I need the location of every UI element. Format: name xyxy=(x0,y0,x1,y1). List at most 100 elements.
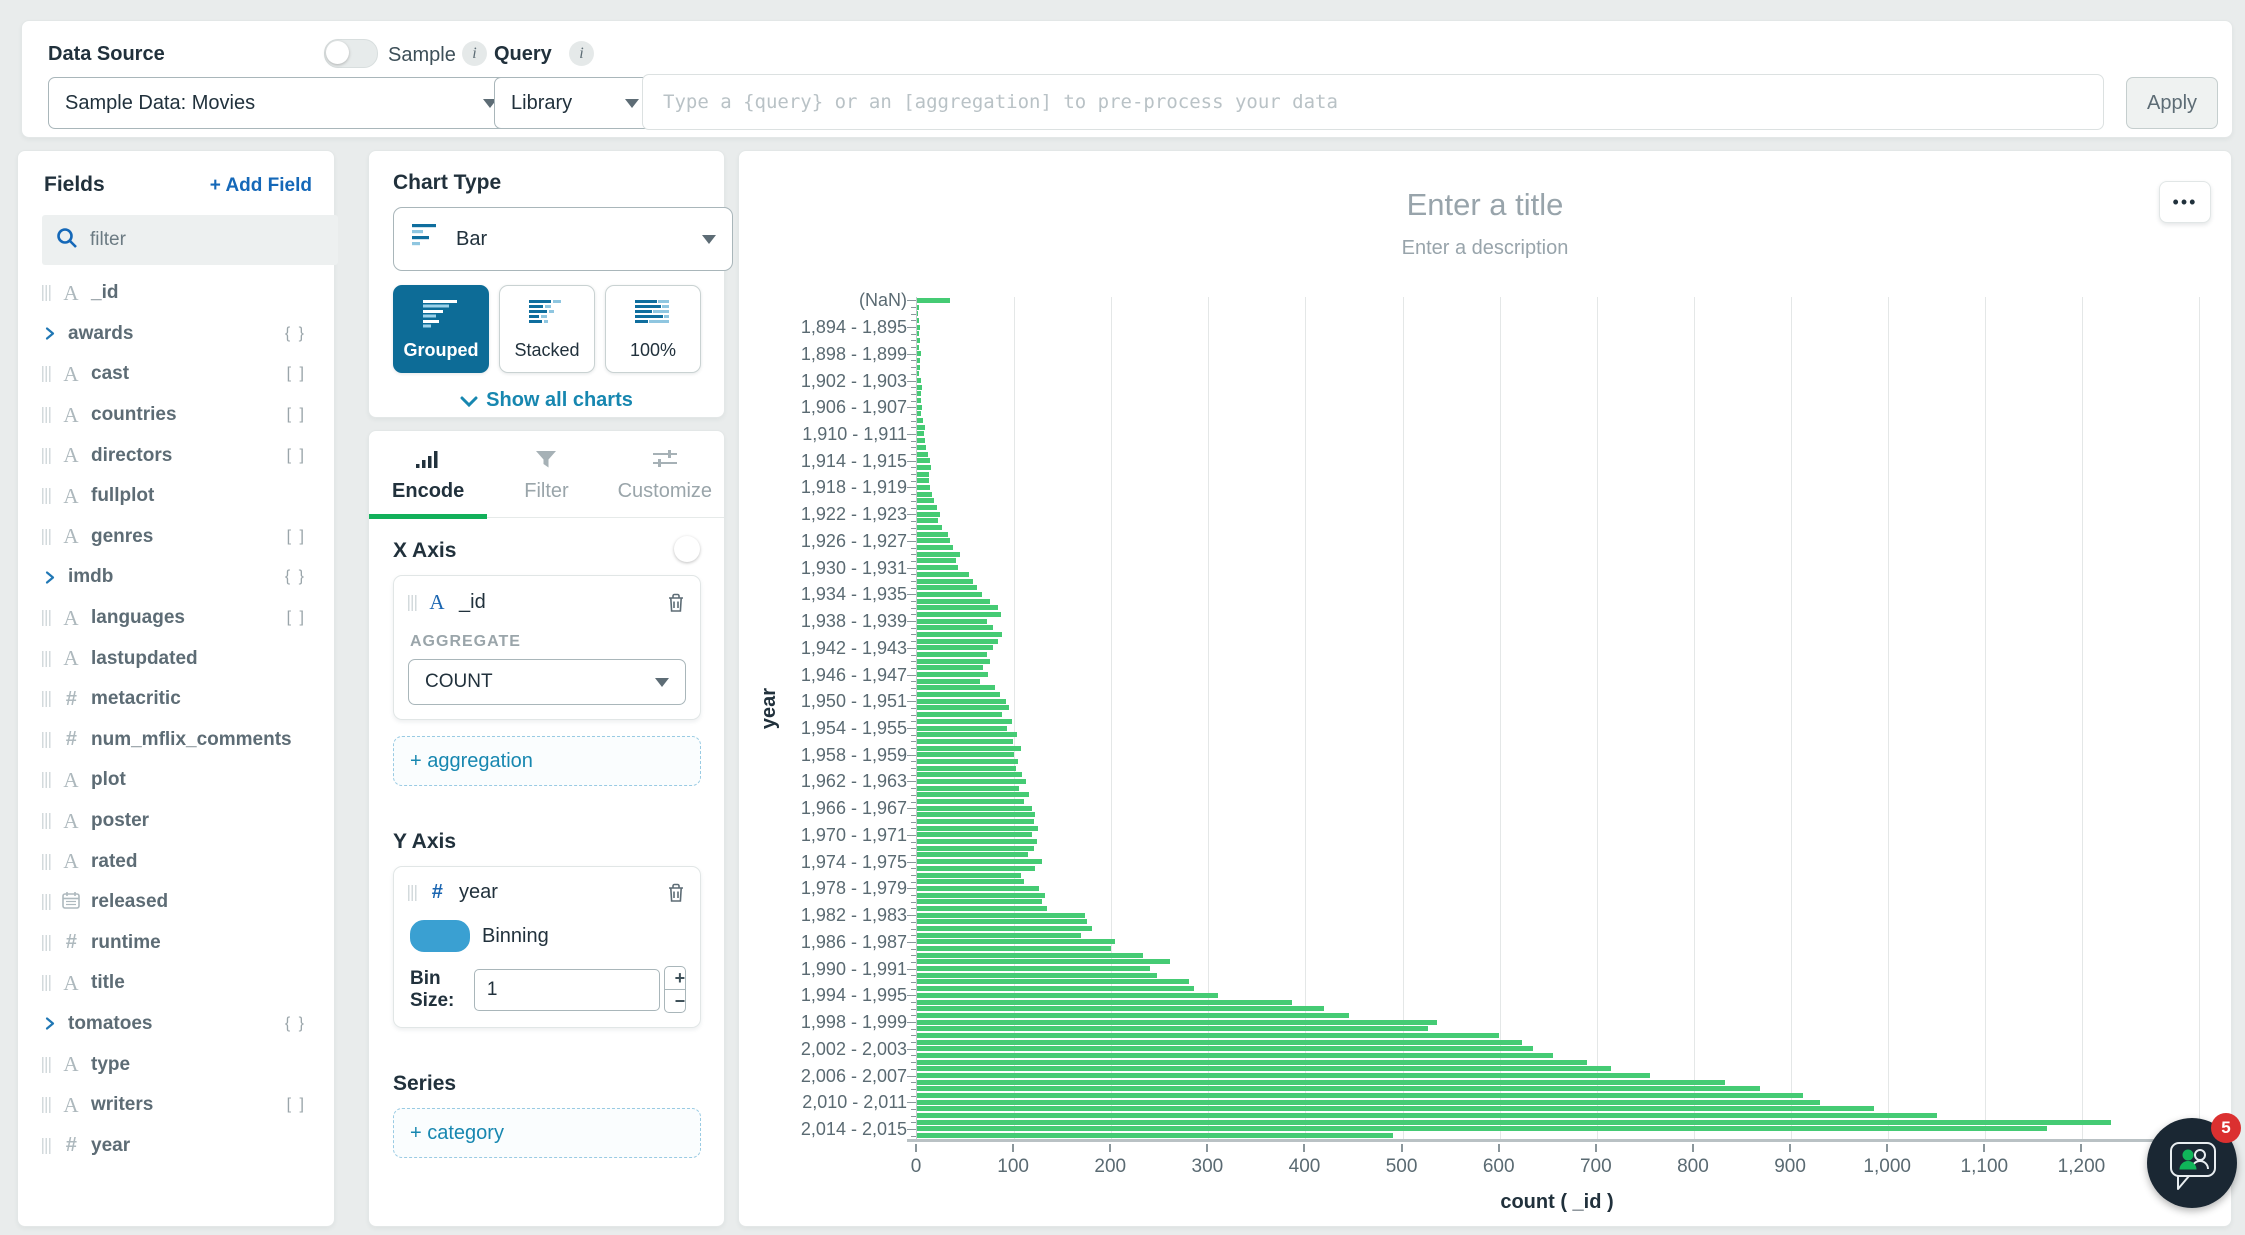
y-tick xyxy=(907,648,916,649)
array-type-icon: [ ] xyxy=(287,365,306,383)
x-axis-field-row[interactable]: A _id xyxy=(408,590,686,615)
field-item-directors[interactable]: Adirectors[ ] xyxy=(32,435,324,476)
gridline xyxy=(1694,297,1695,1139)
binning-toggle[interactable] xyxy=(410,920,470,952)
sample-toggle[interactable] xyxy=(324,39,378,68)
tab-customize[interactable]: Customize xyxy=(606,443,724,503)
apply-button[interactable]: Apply xyxy=(2126,77,2218,129)
y-tick xyxy=(907,701,916,702)
bar-1907 xyxy=(917,411,921,416)
drag-handle xyxy=(42,772,51,788)
bar-1939 xyxy=(917,625,993,630)
query-input[interactable] xyxy=(642,74,2104,130)
stepper-up-button[interactable]: + xyxy=(665,967,686,990)
field-item-_id[interactable]: A_id xyxy=(32,273,324,314)
y-tick xyxy=(907,675,916,676)
field-item-poster[interactable]: Aposter xyxy=(32,801,324,842)
number-type-icon: # xyxy=(425,881,449,904)
encode-bars-icon xyxy=(414,449,442,475)
aggregate-select[interactable]: COUNT xyxy=(408,659,686,705)
field-item-fullplot[interactable]: Afullplot xyxy=(32,476,324,517)
y-tick-label: 1,902 - 1,903 xyxy=(801,371,907,392)
field-name: directors xyxy=(91,445,172,467)
y-tick-label: 1,898 - 1,899 xyxy=(801,344,907,365)
field-item-title[interactable]: Atitle xyxy=(32,963,324,1004)
drag-handle xyxy=(408,885,417,901)
bar-1954 xyxy=(917,726,1007,731)
field-name: tomatoes xyxy=(68,1013,152,1035)
bar-2009 xyxy=(917,1093,1803,1098)
query-label: Query xyxy=(494,43,552,66)
y-axis-field-row[interactable]: # year xyxy=(408,881,686,904)
aggregate-value: COUNT xyxy=(425,671,643,693)
mode-grouped-button[interactable]: Grouped xyxy=(393,285,489,373)
x-tick-label: 600 xyxy=(1483,1156,1515,1178)
field-item-languages[interactable]: Alanguages[ ] xyxy=(32,598,324,639)
chart-title-placeholder[interactable]: Enter a title xyxy=(739,187,2231,223)
drag-handle xyxy=(42,1138,51,1154)
y-tick xyxy=(907,781,916,782)
bar-1891 xyxy=(917,305,919,310)
bar-1928 xyxy=(917,552,960,557)
field-item-rated[interactable]: Arated xyxy=(32,841,324,882)
sample-label: Sample xyxy=(388,44,456,67)
field-item-awards[interactable]: awards{ } xyxy=(32,314,324,355)
field-item-tomatoes[interactable]: tomatoes{ } xyxy=(32,1004,324,1045)
bar-2005 xyxy=(917,1066,1611,1071)
field-item-genres[interactable]: Agenres[ ] xyxy=(32,517,324,558)
number-type-icon: # xyxy=(59,1134,83,1157)
tab-filter[interactable]: Filter xyxy=(487,443,605,503)
add-field-button[interactable]: + Add Field xyxy=(210,175,312,197)
x-tick-label: 100 xyxy=(997,1156,1029,1178)
add-category-button[interactable]: + category xyxy=(393,1108,701,1158)
y-tick-label: 1,954 - 1,955 xyxy=(801,718,907,739)
field-item-writers[interactable]: Awriters[ ] xyxy=(32,1085,324,1126)
field-filter-input[interactable] xyxy=(88,228,282,252)
drag-handle xyxy=(42,894,51,910)
support-chat-button[interactable]: 5 xyxy=(2147,1118,2237,1208)
field-item-released[interactable]: released xyxy=(32,882,324,923)
data-source-select[interactable]: Sample Data: Movies xyxy=(48,77,514,129)
chart-menu-button[interactable]: ••• xyxy=(2159,181,2211,223)
add-aggregation-button[interactable]: + aggregation xyxy=(393,736,701,786)
field-item-type[interactable]: Atype xyxy=(32,1044,324,1085)
bar-1996 xyxy=(917,1006,1324,1011)
query-info-icon[interactable]: i xyxy=(569,41,594,66)
y-tick-label: 1,986 - 1,987 xyxy=(801,932,907,953)
bar-1978 xyxy=(917,886,1039,891)
field-item-lastupdated[interactable]: Alastupdated xyxy=(32,638,324,679)
chart-description-placeholder[interactable]: Enter a description xyxy=(739,237,2231,260)
bin-size-input[interactable] xyxy=(474,969,660,1011)
bar-1930 xyxy=(917,565,958,570)
drag-handle xyxy=(42,448,51,464)
field-item-num_mflix_comments[interactable]: #num_mflix_comments xyxy=(32,720,324,761)
field-item-countries[interactable]: Acountries[ ] xyxy=(32,395,324,436)
field-item-year[interactable]: #year xyxy=(32,1125,324,1166)
y-tick xyxy=(907,995,916,996)
bar-2012 xyxy=(917,1113,1937,1118)
mode-stacked-button[interactable]: Stacked xyxy=(499,285,595,373)
bar-1943 xyxy=(917,652,987,657)
field-item-metacritic[interactable]: #metacritic xyxy=(32,679,324,720)
sample-info-icon[interactable]: i xyxy=(462,41,487,66)
bar-1989 xyxy=(917,959,1170,964)
y-tick xyxy=(907,568,916,569)
field-name: countries xyxy=(91,404,177,426)
library-select[interactable]: Library xyxy=(494,77,656,129)
stepper-down-button[interactable]: − xyxy=(665,990,686,1012)
bar-chart: year (NaN)1,894 - 1,8951,898 - 1,8991,90… xyxy=(757,297,2213,1227)
show-all-charts-link[interactable]: Show all charts xyxy=(369,389,724,412)
field-filter-box[interactable] xyxy=(42,215,338,265)
mode-100-button[interactable]: 100% xyxy=(605,285,701,373)
field-item-cast[interactable]: Acast[ ] xyxy=(32,354,324,395)
field-item-runtime[interactable]: #runtime xyxy=(32,923,324,964)
bar-1957 xyxy=(917,746,1021,751)
field-item-plot[interactable]: Aplot xyxy=(32,760,324,801)
field-item-imdb[interactable]: imdb{ } xyxy=(32,557,324,598)
chart-type-select[interactable]: Bar xyxy=(393,207,733,271)
tab-encode[interactable]: Encode xyxy=(369,443,487,503)
trash-icon[interactable] xyxy=(666,882,686,904)
bar-1958 xyxy=(917,752,1014,757)
field-name: genres xyxy=(91,526,153,548)
trash-icon[interactable] xyxy=(666,592,686,614)
